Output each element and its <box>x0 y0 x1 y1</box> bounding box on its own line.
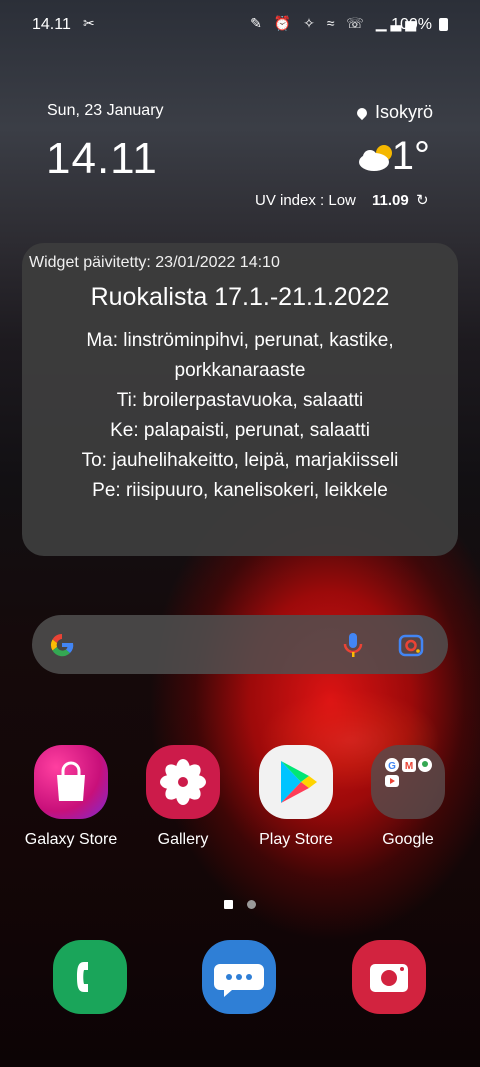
menu-line: Ke: palapaisti, perunat, salaatti <box>110 420 370 441</box>
app-galaxy-store[interactable]: Galaxy Store <box>21 745 121 849</box>
google-lens-icon[interactable] <box>398 633 424 657</box>
menu-title: Ruokalista 17.1.-21.1.2022 <box>90 283 390 311</box>
messages-icon[interactable] <box>202 940 276 1014</box>
google-search-bar[interactable] <box>32 615 448 674</box>
menu-line: Ma: linströminpihvi, perunat, kastike, <box>86 330 394 351</box>
widget-updated-label: Widget päivitetty: 23/01/2022 14:10 <box>29 254 280 271</box>
phone-icon[interactable] <box>53 940 127 1014</box>
weather-temperature[interactable]: 1° <box>392 134 430 179</box>
menu-line: Ti: broilerpastavuoka, salaatti <box>116 390 364 411</box>
status-bar: 14.11 ✂ ✎ ⏰ ✧ ≈ ☏ ▁▃▅ 100% <box>0 0 480 50</box>
refresh-icon[interactable]: ↻ <box>416 191 429 209</box>
status-time: 14.11 <box>32 16 71 33</box>
uv-index: UV index : Low <box>255 192 356 209</box>
link-icon: ✂ <box>83 15 95 31</box>
app-label: Google <box>382 831 434 848</box>
app-play-store[interactable]: Play Store <box>246 745 346 849</box>
microphone-icon[interactable] <box>342 632 364 658</box>
weather-location[interactable]: Isokyrö <box>354 102 433 123</box>
menu-widget[interactable]: Widget päivitetty: 23/01/2022 14:10 Ruok… <box>22 243 458 556</box>
page-indicator-dot <box>247 900 256 909</box>
menu-line: To: jauhelihakeitto, leipä, marjakiissel… <box>81 450 399 471</box>
partly-cloudy-icon <box>359 145 392 171</box>
google-logo-icon <box>51 634 74 657</box>
location-pin-icon <box>354 105 370 121</box>
svg-text:G: G <box>388 761 396 772</box>
clock-time[interactable]: 14.11 <box>46 134 158 184</box>
weather-updated-time: 11.09 <box>372 192 409 209</box>
app-gallery[interactable]: Gallery <box>133 745 233 849</box>
shopping-bag-icon <box>34 745 108 819</box>
camera-icon[interactable] <box>352 940 426 1014</box>
menu-line: Pe: riisipuuro, kanelisokeri, leikkele <box>92 480 388 501</box>
clock-date[interactable]: Sun, 23 January <box>47 102 164 120</box>
app-label: Galaxy Store <box>24 831 118 848</box>
menu-line: porkkanaraaste <box>174 360 306 381</box>
battery-percent: 100% <box>391 16 432 33</box>
play-triangle-icon <box>259 745 333 819</box>
flower-icon <box>146 745 220 819</box>
location-label: Isokyrö <box>374 102 433 122</box>
battery-icon <box>439 18 448 31</box>
app-google-folder[interactable]: G M Google <box>358 745 458 849</box>
menu-days: Ma: linströminpihvi, perunat, kastike, p… <box>22 326 458 506</box>
folder-icon: G M <box>371 745 445 819</box>
app-label: Gallery <box>157 831 209 848</box>
svg-text:M: M <box>405 761 413 772</box>
app-label: Play Store <box>259 831 333 848</box>
home-page-indicator <box>224 900 233 909</box>
